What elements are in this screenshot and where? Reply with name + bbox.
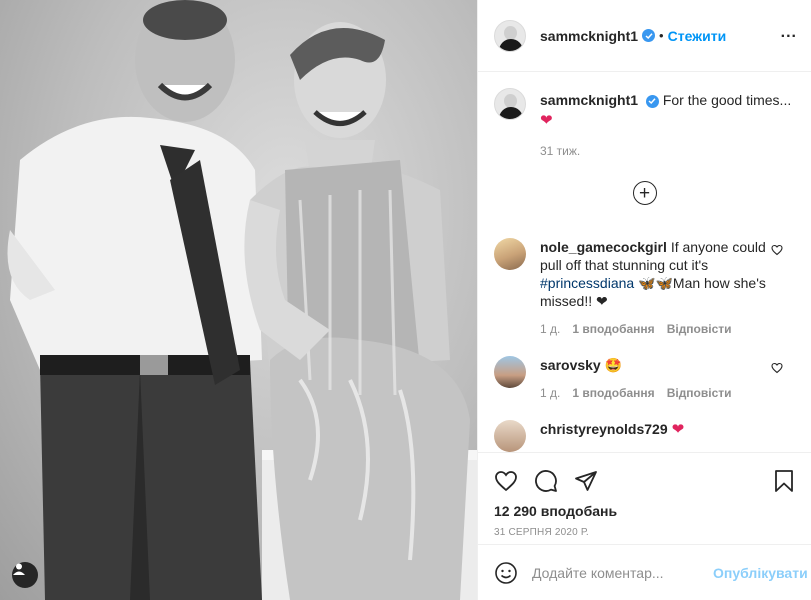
commenter-avatar[interactable] [494,420,526,452]
reply-button[interactable]: Відповісти [667,320,732,338]
comment-age[interactable]: 1 д. [540,384,560,402]
author-username[interactable]: sammcknight1 [540,28,638,44]
commenter-avatar[interactable] [494,238,526,270]
tagged-users-button[interactable] [12,562,38,588]
verified-badge-icon [642,29,656,42]
hashtag-link[interactable]: #princessdiana [540,275,634,291]
caption-text: For the good times... [662,92,792,108]
comment-like-icon[interactable] [771,362,783,374]
emoji-picker-button[interactable] [494,561,518,585]
comment-item: christyreynolds729 ❤ [478,402,811,452]
comment-text: ❤ [671,421,685,438]
author-avatar[interactable] [494,19,526,52]
comments-list[interactable]: nole_gamecockgirl If anyone could pull of… [478,230,811,452]
heart-outline-icon [495,471,517,492]
post-modal: sammcknight1 • Стежити ... sammcknight1 … [0,0,811,600]
like-button[interactable] [494,469,518,493]
photo-illustration [7,0,477,600]
commenter-username[interactable]: sarovsky [540,357,601,373]
comment-like-icon[interactable] [771,244,783,256]
comment-item: nole_gamecockgirl If anyone could pull of… [478,230,811,338]
paper-plane-icon [575,471,597,491]
comment-likes[interactable]: 1 вподобання [572,384,654,402]
post-actions: 12 290 вподобань 31 СЕРПНЯ 2020 Р. [478,452,811,538]
caption-emoji: ❤ [540,112,553,129]
comment-text: 🤩 [604,357,623,373]
post-photo[interactable] [0,0,477,600]
plus-circle-icon: + [632,181,657,205]
commenter-username[interactable]: christyreynolds729 [540,421,668,437]
add-comment-bar: Опублікувати [478,544,811,600]
caption-timestamp[interactable]: 31 тиж. [540,141,795,161]
comment-item: sarovsky 🤩 1 д. 1 вподобання Відповісти [478,338,811,402]
follow-button[interactable]: Стежити [668,28,727,44]
user-tag-icon [13,563,25,575]
load-more-comments-button[interactable]: + [478,181,811,205]
comment-button[interactable] [534,469,558,493]
commenter-avatar[interactable] [494,356,526,388]
caption-author-avatar[interactable] [494,88,526,120]
publish-comment-button[interactable]: Опублікувати [713,565,808,581]
caption-username[interactable]: sammcknight1 [540,92,638,108]
comment-input[interactable] [532,564,713,581]
comment-bubble-icon [535,470,557,492]
post-caption: sammcknight1 For the good times... ❤ 31 … [478,72,811,161]
post-date[interactable]: 31 СЕРПНЯ 2020 Р. [494,527,795,538]
share-button[interactable] [574,469,598,493]
bookmark-icon [775,470,793,492]
post-side-panel: sammcknight1 • Стежити ... sammcknight1 … [477,0,811,600]
save-button[interactable] [773,469,795,493]
comment-age[interactable]: 1 д. [540,320,560,338]
commenter-username[interactable]: nole_gamecockgirl [540,239,667,255]
more-options-icon[interactable]: ... [781,24,797,42]
likes-count[interactable]: 12 290 вподобань [494,503,795,519]
separator-dot: • [659,28,664,43]
post-header: sammcknight1 • Стежити ... [478,0,811,72]
comment-likes[interactable]: 1 вподобання [572,320,654,338]
smiley-icon [495,561,517,584]
verified-badge-icon [645,94,659,108]
reply-button[interactable]: Відповісти [667,384,732,402]
